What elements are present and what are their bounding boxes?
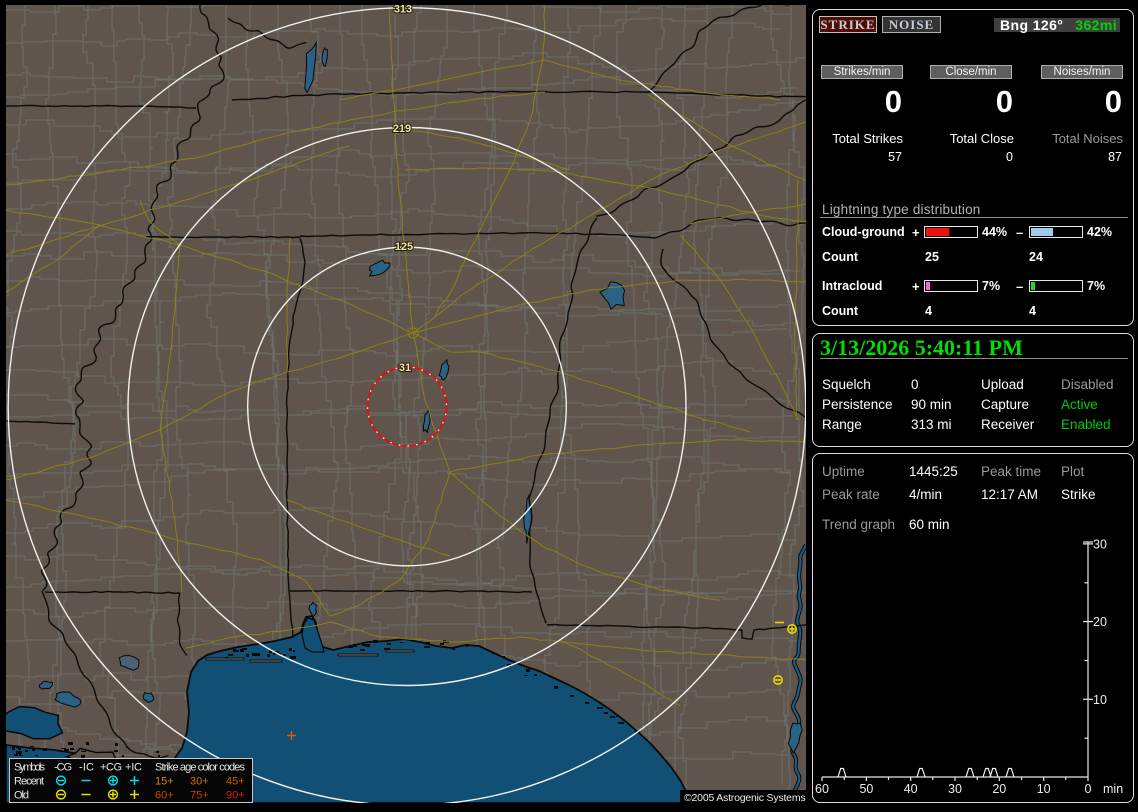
svg-text:-IC: -IC [79, 762, 94, 774]
svg-text:219: 219 [393, 123, 411, 135]
svg-text:75+: 75+ [190, 790, 209, 802]
svg-text:40: 40 [904, 782, 918, 796]
svg-text:10: 10 [1037, 782, 1051, 796]
svg-text:60+: 60+ [155, 790, 174, 802]
svg-text:15+: 15+ [155, 776, 174, 788]
svg-text:30: 30 [948, 782, 962, 796]
svg-text:-CG: -CG [54, 762, 72, 774]
svg-text:31: 31 [399, 362, 411, 374]
svg-text:min: min [1103, 782, 1123, 796]
svg-text:Recent: Recent [14, 776, 44, 788]
svg-text:313: 313 [394, 5, 412, 16]
svg-text:0: 0 [1085, 782, 1092, 796]
svg-text:Old: Old [14, 790, 29, 802]
svg-text:Symbols: Symbols [14, 762, 46, 774]
svg-text:20: 20 [1093, 615, 1107, 629]
svg-text:+IC: +IC [125, 762, 142, 774]
svg-text:50: 50 [859, 782, 873, 796]
svg-text:45+: 45+ [226, 776, 245, 788]
svg-text:60: 60 [815, 782, 829, 796]
svg-text:90+: 90+ [226, 790, 245, 802]
svg-text:30+: 30+ [190, 776, 209, 788]
svg-text:+CG: +CG [100, 762, 122, 774]
svg-text:10: 10 [1093, 693, 1107, 707]
svg-text:125: 125 [395, 241, 413, 253]
svg-text:Strike age color codes: Strike age color codes [155, 762, 246, 774]
svg-text:20: 20 [992, 782, 1006, 796]
svg-text:30: 30 [1093, 537, 1107, 551]
